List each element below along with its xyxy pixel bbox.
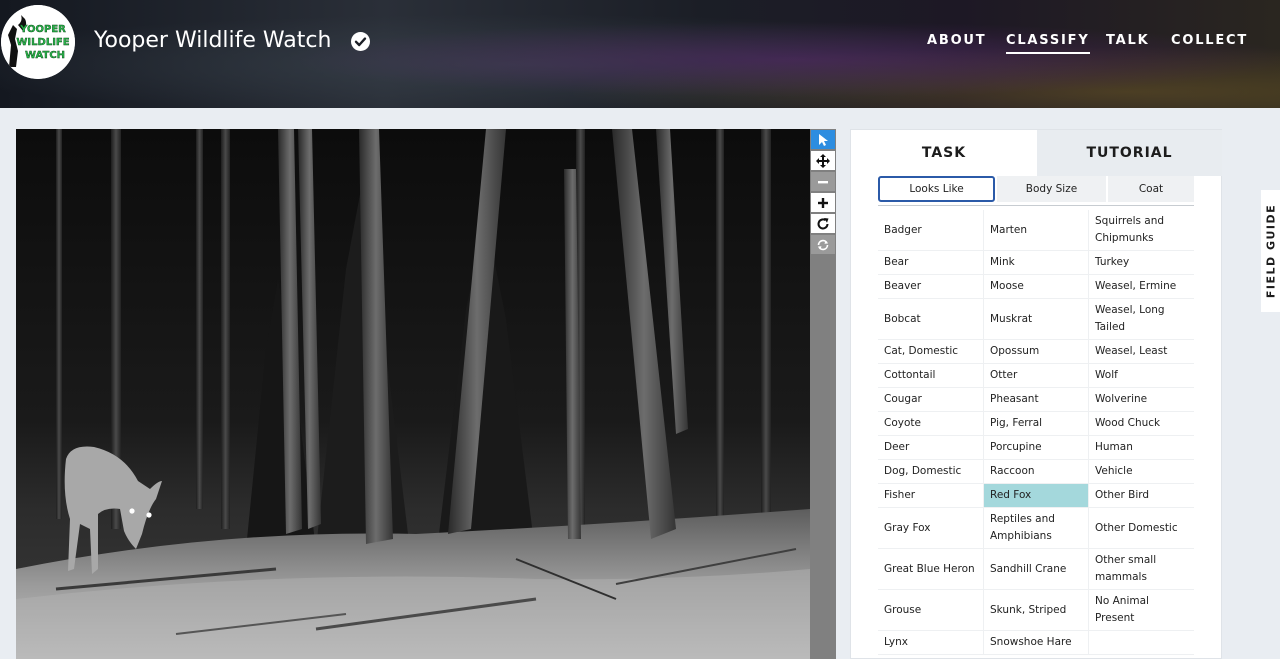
choice-wolf[interactable]: Wolf	[1088, 364, 1193, 387]
choice-marten[interactable]: Marten	[983, 210, 1088, 250]
choice-muskrat[interactable]: Muskrat	[983, 299, 1088, 339]
choice-row: Grouse Skunk, Striped No Animal Present	[878, 590, 1194, 631]
choice-wolverine[interactable]: Wolverine	[1088, 388, 1193, 411]
filter-looks-like[interactable]: Looks Like	[878, 176, 995, 202]
viewer-toolbar	[810, 129, 836, 659]
choice-row: Bobcat Muskrat Weasel, Long Tailed	[878, 299, 1194, 340]
choice-lynx[interactable]: Lynx	[878, 631, 983, 654]
choice-deer[interactable]: Deer	[878, 436, 983, 459]
choice-row: Bear Mink Turkey	[878, 251, 1194, 275]
filter-coat[interactable]: Coat	[1108, 176, 1194, 202]
choice-moose[interactable]: Moose	[983, 275, 1088, 298]
choice-weasel-least[interactable]: Weasel, Least	[1088, 340, 1193, 363]
pointer-icon[interactable]	[811, 130, 835, 149]
choice-row: Dog, Domestic Raccoon Vehicle	[878, 460, 1194, 484]
choice-vehicle[interactable]: Vehicle	[1088, 460, 1193, 483]
choice-red-fox[interactable]: Red Fox	[983, 484, 1088, 507]
choice-sandhill-crane[interactable]: Sandhill Crane	[983, 549, 1088, 589]
choice-row: Fisher Red Fox Other Bird	[878, 484, 1194, 508]
choice-pig-ferral[interactable]: Pig, Ferral	[983, 412, 1088, 435]
move-icon[interactable]	[811, 151, 835, 170]
zoom-in-icon[interactable]	[811, 193, 835, 212]
choice-fisher[interactable]: Fisher	[878, 484, 983, 507]
rotate-icon[interactable]	[811, 214, 835, 233]
choice-cottontail[interactable]: Cottontail	[878, 364, 983, 387]
choice-great-blue-heron[interactable]: Great Blue Heron	[878, 549, 983, 589]
logo-line-1: YOOPER	[19, 24, 66, 35]
choice-row: Cat, Domestic Opossum Weasel, Least	[878, 340, 1194, 364]
choice-reptiles-and-amphibians[interactable]: Reptiles and Amphibians	[983, 508, 1088, 548]
choice-other-small-mammals[interactable]: Other small mammals	[1088, 549, 1193, 589]
choice-row: Deer Porcupine Human	[878, 436, 1194, 460]
check-circle-icon	[351, 32, 370, 51]
logo-graphic: YOOPER WILDLIFE WATCH	[1, 5, 75, 79]
choice-human[interactable]: Human	[1088, 436, 1193, 459]
choice-row: Beaver Moose Weasel, Ermine	[878, 275, 1194, 299]
choice-other-domestic[interactable]: Other Domestic	[1088, 508, 1193, 548]
project-logo[interactable]: YOOPER WILDLIFE WATCH	[1, 5, 75, 79]
choice-weasel-ermine[interactable]: Weasel, Ermine	[1088, 275, 1193, 298]
choice-empty	[1088, 631, 1193, 654]
characteristic-filters: Looks Like Body Size Coat	[878, 176, 1194, 206]
choice-gray-fox[interactable]: Gray Fox	[878, 508, 983, 548]
reset-icon[interactable]	[811, 235, 835, 254]
choice-beaver[interactable]: Beaver	[878, 275, 983, 298]
tab-tutorial[interactable]: TUTORIAL	[1037, 130, 1222, 176]
choice-squirrels-and-chipmunks[interactable]: Squirrels and Chipmunks	[1088, 210, 1193, 250]
choice-row: Coyote Pig, Ferral Wood Chuck	[878, 412, 1194, 436]
choice-mink[interactable]: Mink	[983, 251, 1088, 274]
zoom-out-icon[interactable]	[811, 172, 835, 191]
species-choice-grid: Badger Marten Squirrels and Chipmunks Bear M…	[878, 210, 1194, 655]
choice-row: Cottontail Otter Wolf	[878, 364, 1194, 388]
choice-raccoon[interactable]: Raccoon	[983, 460, 1088, 483]
task-panel: TASK TUTORIAL Looks Like Body Size Coat …	[850, 129, 1222, 659]
nav-collect[interactable]: COLLECT	[1171, 33, 1248, 53]
choice-cougar[interactable]: Cougar	[878, 388, 983, 411]
project-header: YOOPER WILDLIFE WATCH Yooper Wildlife Wa…	[0, 0, 1280, 108]
tab-task[interactable]: TASK	[851, 130, 1037, 176]
choice-opossum[interactable]: Opossum	[983, 340, 1088, 363]
logo-line-2: WILDLIFE	[16, 37, 69, 48]
choice-row: Lynx Snowshoe Hare	[878, 631, 1194, 655]
choice-skunk-striped[interactable]: Skunk, Striped	[983, 590, 1088, 630]
choice-coyote[interactable]: Coyote	[878, 412, 983, 435]
nav-talk[interactable]: TALK	[1106, 33, 1149, 53]
choice-other-bird[interactable]: Other Bird	[1088, 484, 1193, 507]
choice-grouse[interactable]: Grouse	[878, 590, 983, 630]
choice-wood-chuck[interactable]: Wood Chuck	[1088, 412, 1193, 435]
choice-badger[interactable]: Badger	[878, 210, 983, 250]
field-guide-tab[interactable]: FIELD GUIDE	[1261, 190, 1280, 312]
filter-body-size[interactable]: Body Size	[997, 176, 1106, 202]
logo-line-3: WATCH	[25, 50, 65, 61]
trail-camera-photo	[16, 129, 810, 659]
choice-pheasant[interactable]: Pheasant	[983, 388, 1088, 411]
choice-porcupine[interactable]: Porcupine	[983, 436, 1088, 459]
choice-snowshoe-hare[interactable]: Snowshoe Hare	[983, 631, 1088, 654]
choice-weasel-long-tailed[interactable]: Weasel, Long Tailed	[1088, 299, 1193, 339]
choice-cat-domestic[interactable]: Cat, Domestic	[878, 340, 983, 363]
nav-about[interactable]: ABOUT	[927, 33, 986, 53]
choice-row: Gray Fox Reptiles and Amphibians Other Dom…	[878, 508, 1194, 549]
choice-turkey[interactable]: Turkey	[1088, 251, 1193, 274]
nav-classify[interactable]: CLASSIFY	[1006, 33, 1090, 54]
choice-row: Great Blue Heron Sandhill Crane Other smal…	[878, 549, 1194, 590]
choice-row: Cougar Pheasant Wolverine	[878, 388, 1194, 412]
project-title[interactable]: Yooper Wildlife Watch	[94, 26, 331, 56]
choice-bear[interactable]: Bear	[878, 251, 983, 274]
choice-dog-domestic[interactable]: Dog, Domestic	[878, 460, 983, 483]
choice-no-animal-present[interactable]: No Animal Present	[1088, 590, 1193, 630]
subject-image[interactable]	[16, 129, 810, 659]
choice-row: Badger Marten Squirrels and Chipmunks	[878, 210, 1194, 251]
choice-otter[interactable]: Otter	[983, 364, 1088, 387]
choice-bobcat[interactable]: Bobcat	[878, 299, 983, 339]
field-guide-label: FIELD GUIDE	[1264, 203, 1277, 299]
